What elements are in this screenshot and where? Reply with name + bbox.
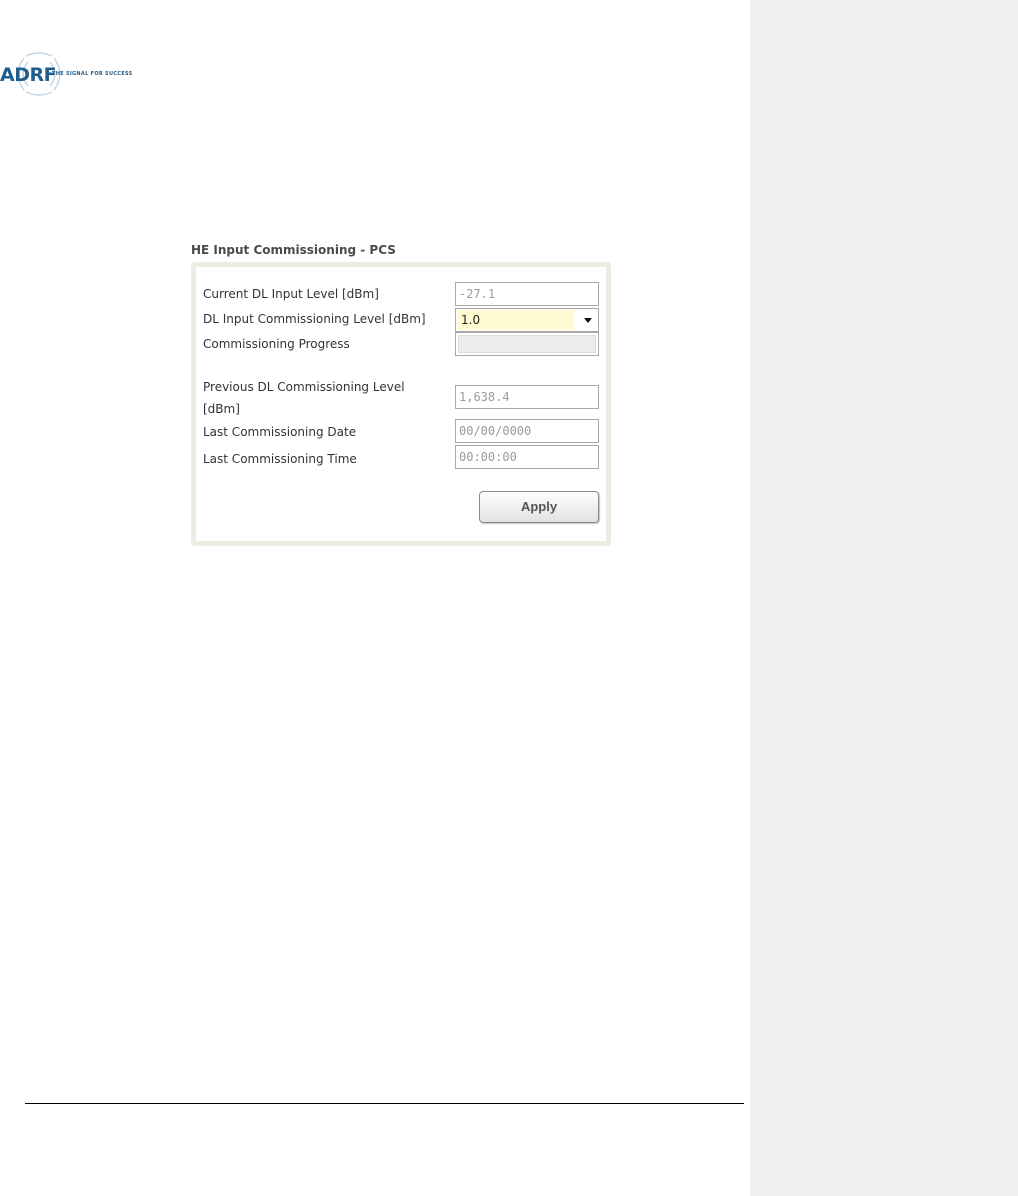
- panel-title: HE Input Commissioning - PCS: [191, 243, 396, 257]
- footer-divider: [25, 1103, 744, 1104]
- commissioning-progress-label: Commissioning Progress: [203, 337, 350, 351]
- select-value: 1.0: [457, 310, 574, 330]
- logo-tagline: THE SIGNAL FOR SUCCESS: [52, 71, 133, 77]
- last-commissioning-date-label: Last Commissioning Date: [203, 425, 357, 439]
- dl-input-commissioning-level-select[interactable]: 1.0: [455, 308, 599, 332]
- apply-button[interactable]: Apply: [479, 491, 599, 523]
- commissioning-progress-bar: [455, 332, 599, 356]
- dl-input-commissioning-level-label: DL Input Commissioning Level [dBm]: [203, 312, 426, 326]
- document-page: ADRF THE SIGNAL FOR SUCCESS HE Input Com…: [0, 0, 750, 1196]
- last-commissioning-date-field: 00/00/0000: [455, 419, 599, 443]
- last-commissioning-time-label: Last Commissioning Time: [203, 452, 357, 466]
- previous-dl-commissioning-level-field: 1,638.4: [455, 385, 599, 409]
- dropdown-arrow-icon: [584, 318, 592, 323]
- progress-track: [458, 335, 596, 353]
- last-commissioning-time-field: 00:00:00: [455, 445, 599, 469]
- current-dl-input-level-field: -27.1: [455, 282, 599, 306]
- comment-margin-area: [750, 0, 1018, 1196]
- previous-dl-commissioning-level-label: Previous DL Commissioning Level [dBm]: [203, 380, 405, 416]
- current-dl-input-level-label: Current DL Input Level [dBm]: [203, 287, 379, 301]
- logo-wordmark: ADRF: [0, 64, 57, 86]
- adrf-logo: ADRF THE SIGNAL FOR SUCCESS: [0, 52, 140, 96]
